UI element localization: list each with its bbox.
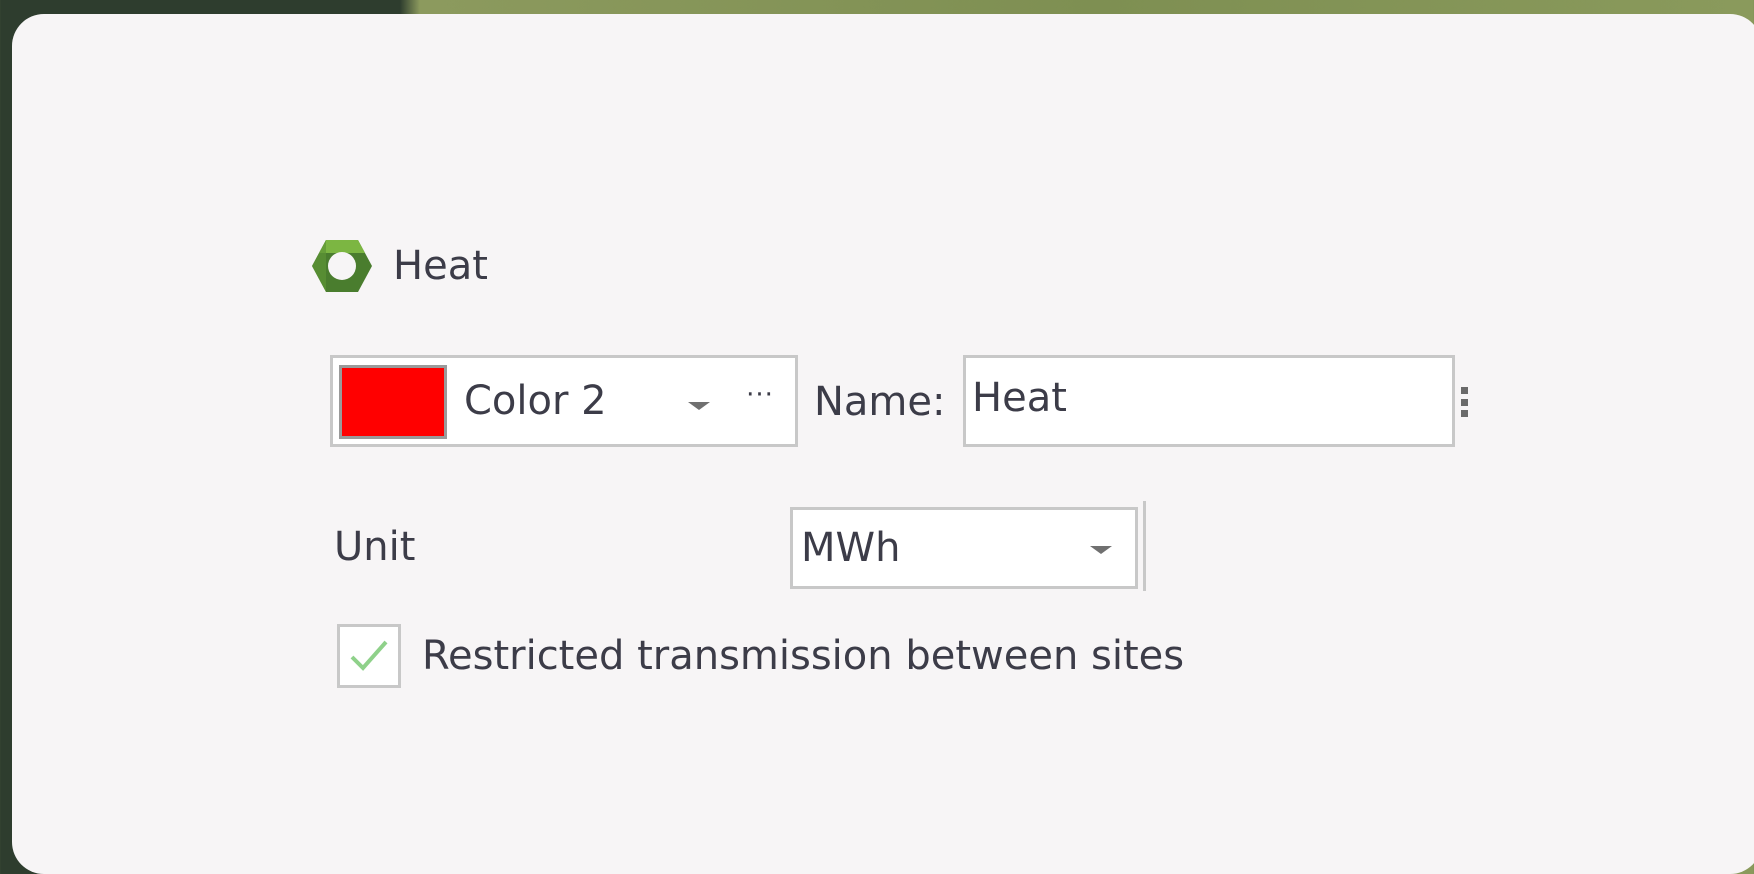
energy-carrier-panel: Heat Color 2 ··· Name: Unit MWh Restrict… <box>12 14 1754 874</box>
carrier-header: Heat <box>311 238 488 294</box>
color-picker[interactable]: Color 2 ··· <box>330 355 798 447</box>
color-swatch[interactable] <box>339 365 447 439</box>
unit-label: Unit <box>334 524 416 570</box>
restricted-transmission-checkbox[interactable] <box>337 624 401 688</box>
resize-grip-icon[interactable] <box>1461 387 1469 417</box>
name-label: Name: <box>814 379 946 425</box>
hexagon-nut-icon <box>312 240 372 292</box>
unit-dropdown-value: MWh <box>801 525 901 571</box>
color-picker-value: Color 2 <box>464 378 607 424</box>
unit-dropdown[interactable]: MWh <box>790 507 1138 589</box>
carrier-title: Heat <box>393 243 488 289</box>
checkmark-icon <box>350 640 388 671</box>
restricted-transmission-label[interactable]: Restricted transmission between sites <box>422 625 1184 687</box>
chevron-down-icon[interactable] <box>1090 546 1112 554</box>
name-input[interactable] <box>963 355 1455 447</box>
divider <box>1143 501 1146 591</box>
chevron-down-icon[interactable] <box>688 402 710 410</box>
more-colors-button[interactable]: ··· <box>738 380 782 420</box>
